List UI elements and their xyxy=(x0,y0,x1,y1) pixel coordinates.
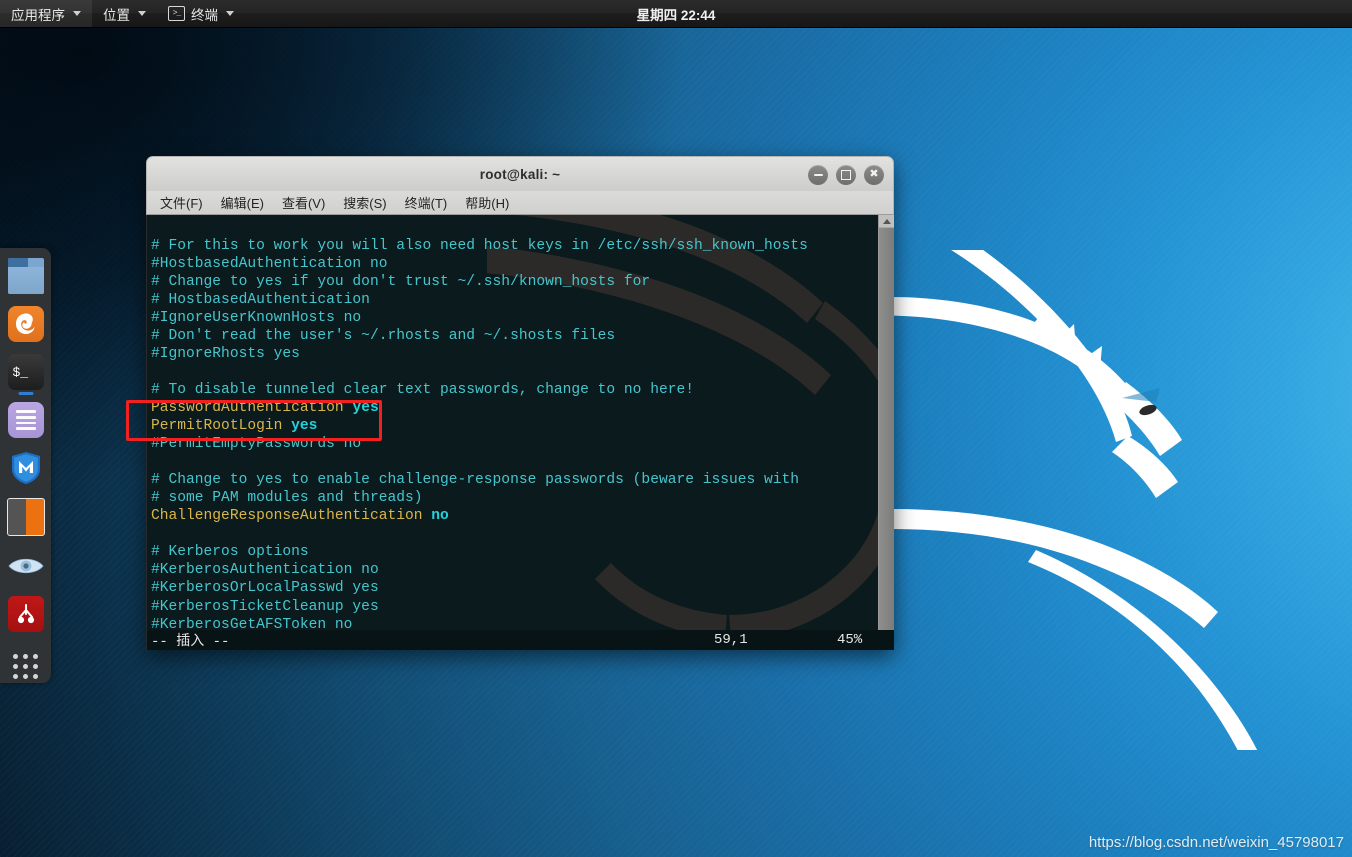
show-applications-button[interactable] xyxy=(8,648,44,684)
folder-icon-body xyxy=(7,267,44,294)
folder-icon xyxy=(7,258,29,267)
document-line-icon xyxy=(15,410,36,413)
blog-watermark: https://blog.csdn.net/weixin_45798017 xyxy=(1088,834,1344,851)
grid-dot-icon xyxy=(13,663,18,669)
close-icon: ✖ xyxy=(869,168,879,180)
menu-terminal[interactable]: 终端(T) xyxy=(396,191,457,214)
window-title: root@kali: ~ xyxy=(479,166,561,182)
grid-dot-icon xyxy=(33,663,38,669)
dock-item-terminal[interactable]: $_ xyxy=(7,354,44,390)
scrollbar-thumb[interactable] xyxy=(879,228,894,637)
document-line-icon xyxy=(15,427,36,430)
panel-terminal-label: 终端 xyxy=(191,7,218,23)
panel-places-label: 位置 xyxy=(103,7,130,23)
wireshark-eye-icon xyxy=(7,558,44,574)
chevron-down-icon xyxy=(138,11,146,16)
dock-item-zenmap[interactable] xyxy=(6,498,45,536)
zenmap-icon-left xyxy=(7,499,26,535)
vim-status-line: -- 插入 -- 59,1 45% xyxy=(147,630,894,650)
top-panel: 应用程序 位置 >_ 终端 星期四 22:44 xyxy=(0,0,1352,28)
dock-item-beef[interactable] xyxy=(7,596,44,632)
maximize-button[interactable] xyxy=(836,164,856,185)
dock-item-firefox[interactable] xyxy=(7,306,44,342)
terminal-window: root@kali: ~ ✖ 文件(F) 编辑(E) 查看(V) 搜索(S) 终… xyxy=(146,156,894,650)
maximize-icon xyxy=(841,169,851,180)
vim-scroll-percent: 45% xyxy=(837,632,863,648)
firefox-icon xyxy=(15,313,35,334)
chevron-down-icon xyxy=(73,11,81,16)
menu-edit[interactable]: 编辑(E) xyxy=(212,191,273,214)
document-line-icon xyxy=(15,421,36,425)
grid-dot-icon xyxy=(23,653,28,659)
favorites-dock: $_ xyxy=(0,248,51,683)
minimize-button[interactable] xyxy=(808,164,828,185)
grid-dot-icon xyxy=(23,663,28,669)
vim-mode-indicator: -- 插入 -- xyxy=(151,634,230,650)
grid-dot-icon xyxy=(23,673,28,679)
beef-icon xyxy=(17,604,34,624)
menu-file[interactable]: 文件(F) xyxy=(151,191,212,214)
terminal-menubar: 文件(F) 编辑(E) 查看(V) 搜索(S) 终端(T) 帮助(H) xyxy=(146,191,894,215)
chevron-up-icon xyxy=(882,218,891,224)
grid-dot-icon xyxy=(13,653,18,659)
dock-item-text-editor[interactable] xyxy=(7,402,44,438)
chevron-down-icon xyxy=(226,11,234,16)
dock-item-wireshark[interactable] xyxy=(7,548,44,584)
terminal-titlebar[interactable]: root@kali: ~ ✖ xyxy=(146,156,894,191)
menu-help[interactable]: 帮助(H) xyxy=(456,191,518,214)
close-button[interactable]: ✖ xyxy=(864,164,884,185)
menu-view[interactable]: 查看(V) xyxy=(273,191,334,214)
grid-dot-icon xyxy=(33,673,38,679)
menu-search[interactable]: 搜索(S) xyxy=(334,191,395,214)
panel-applications-menu[interactable]: 应用程序 xyxy=(0,0,92,27)
terminal-scrollbar[interactable] xyxy=(878,215,894,650)
panel-places-menu[interactable]: 位置 xyxy=(92,0,157,27)
terminal-prompt-icon: $_ xyxy=(12,364,29,380)
panel-terminal-window-item[interactable]: >_ 终端 xyxy=(157,0,245,27)
metasploit-shield-icon xyxy=(11,452,40,484)
vim-cursor-position: 59,1 xyxy=(714,632,748,648)
scrollbar-up-button[interactable] xyxy=(879,215,894,228)
window-controls: ✖ xyxy=(808,157,884,192)
panel-applications-label: 应用程序 xyxy=(11,7,65,23)
grid-dot-icon xyxy=(13,673,18,679)
dock-item-metasploit[interactable] xyxy=(8,450,44,486)
grid-dot-icon xyxy=(33,653,38,659)
terminal-icon: >_ xyxy=(168,6,185,21)
zenmap-icon-right xyxy=(25,499,44,535)
terminal-text-area[interactable]: # For this to work you will also need ho… xyxy=(147,230,878,636)
minimize-icon xyxy=(813,173,823,176)
terminal-body: # For this to work you will also need ho… xyxy=(146,215,894,650)
document-line-icon xyxy=(15,415,36,419)
dock-item-files[interactable] xyxy=(7,258,44,294)
